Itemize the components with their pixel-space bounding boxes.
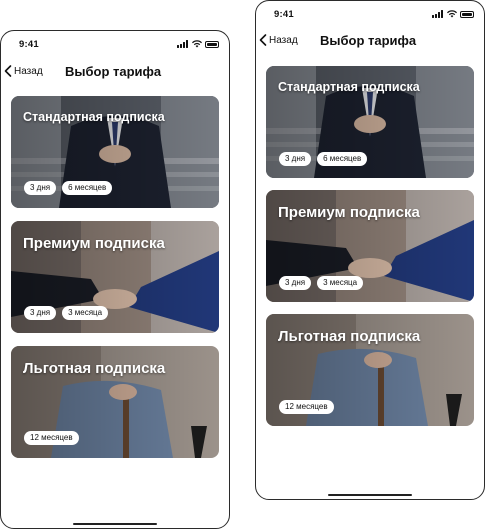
- home-indicator: [73, 523, 157, 525]
- status-bar: 9:41: [256, 9, 484, 21]
- signal-icon: [177, 40, 189, 48]
- chip-row: 3 дня 6 месяцев: [24, 181, 113, 195]
- phone-screen-right: 9:41 Назад Выбор тарифа Стандартная подп…: [255, 0, 485, 500]
- card-title: Стандартная подписка: [23, 110, 165, 124]
- tariff-card-discount[interactable]: Льготная подписка 12 месяцев: [11, 346, 219, 458]
- chip-period: 6 месяцев: [62, 181, 113, 195]
- page-title: Выбор тарифа: [320, 33, 417, 48]
- tariff-card-premium[interactable]: Премиум подписка 3 дня 3 месяца: [266, 190, 474, 302]
- card-title: Стандартная подписка: [278, 80, 420, 94]
- chip-row: 3 дня 3 месяца: [24, 306, 109, 320]
- status-time: 9:41: [274, 9, 294, 20]
- home-indicator: [328, 494, 412, 496]
- back-label: Назад: [14, 65, 43, 77]
- chip-trial: 3 дня: [279, 152, 312, 166]
- battery-icon: [205, 40, 219, 48]
- chip-row: 12 месяцев: [279, 400, 334, 414]
- tariff-card-premium[interactable]: Премиум подписка 3 дня 3 месяца: [11, 221, 219, 333]
- chip-trial: 3 дня: [24, 306, 57, 320]
- chip-trial: 3 дня: [279, 276, 312, 290]
- chip-row: 12 месяцев: [24, 431, 79, 445]
- nav-bar: Назад Выбор тарифа: [1, 63, 229, 83]
- chip-period: 12 месяцев: [24, 431, 79, 445]
- chevron-left-icon: [4, 65, 12, 77]
- phone-screen-left: 9:41 Назад Выбор тарифа Стандартная подп…: [0, 30, 230, 529]
- page-title: Выбор тарифа: [65, 64, 162, 79]
- chip-row: 3 дня 3 месяца: [279, 276, 364, 290]
- card-title: Премиум подписка: [23, 235, 165, 252]
- status-bar: 9:41: [1, 39, 229, 51]
- wifi-icon: [192, 40, 202, 48]
- signal-icon: [432, 10, 444, 18]
- chevron-left-icon: [259, 34, 267, 46]
- back-button[interactable]: Назад: [3, 64, 43, 78]
- tariff-card-standard[interactable]: Стандартная подписка 3 дня 6 месяцев: [11, 96, 219, 208]
- chip-period: 12 месяцев: [279, 400, 334, 414]
- back-label: Назад: [269, 34, 298, 46]
- battery-icon: [460, 10, 474, 18]
- back-button[interactable]: Назад: [258, 33, 298, 47]
- status-time: 9:41: [19, 39, 39, 50]
- card-title: Льготная подписка: [278, 328, 421, 345]
- system-icons: [177, 40, 219, 48]
- tariff-card-discount[interactable]: Льготная подписка 12 месяцев: [266, 314, 474, 426]
- tariff-card-standard[interactable]: Стандартная подписка 3 дня 6 месяцев: [266, 66, 474, 178]
- card-title: Льготная подписка: [23, 360, 166, 377]
- chip-period: 3 месяца: [317, 276, 364, 290]
- chip-trial: 3 дня: [24, 181, 57, 195]
- chip-period: 3 месяца: [62, 306, 109, 320]
- nav-bar: Назад Выбор тарифа: [256, 32, 484, 52]
- wifi-icon: [447, 10, 457, 18]
- chip-period: 6 месяцев: [317, 152, 368, 166]
- system-icons: [432, 10, 474, 18]
- chip-row: 3 дня 6 месяцев: [279, 152, 368, 166]
- card-title: Премиум подписка: [278, 204, 420, 221]
